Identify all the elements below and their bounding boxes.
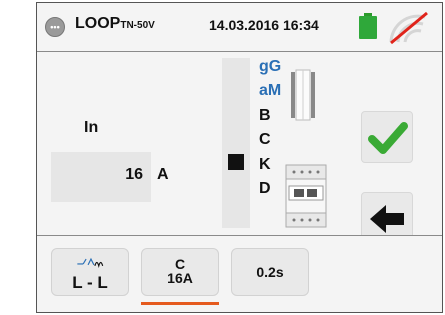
datetime: 14.03.2016 16:34 bbox=[209, 17, 319, 33]
parameter-value: 16 bbox=[125, 166, 143, 183]
curve-selector-track[interactable] bbox=[222, 58, 250, 228]
curve-option-b[interactable]: B bbox=[259, 107, 271, 125]
footer-bar: L - L C 16A 0.2s bbox=[37, 236, 442, 312]
fuse-icon bbox=[291, 69, 315, 121]
curve-option-k[interactable]: K bbox=[259, 156, 271, 174]
selected-tab-indicator bbox=[141, 302, 219, 305]
mode-name: LOOP bbox=[75, 15, 121, 32]
curve-option-c[interactable]: C bbox=[259, 131, 271, 149]
curve-option-gg[interactable]: gG bbox=[259, 58, 281, 76]
loop-type-label: L - L bbox=[72, 273, 108, 292]
circuit-breaker-icon bbox=[285, 164, 327, 228]
parameter-value-field[interactable]: 16 bbox=[51, 152, 151, 202]
checkmark-icon bbox=[368, 122, 408, 154]
confirm-button[interactable] bbox=[361, 111, 413, 163]
curve-option-am[interactable]: aM bbox=[259, 82, 281, 100]
header-bar: ••• LOOPTN-50V 14.03.2016 16:34 bbox=[37, 3, 442, 52]
instrument-screen: ••• LOOPTN-50V 14.03.2016 16:34 In 16 A … bbox=[36, 2, 443, 313]
protection-device-button[interactable]: C 16A bbox=[141, 248, 219, 296]
mode-title: LOOPTN-50V bbox=[75, 15, 155, 33]
line-line-loop-icon bbox=[77, 257, 104, 269]
protection-rating-label: 16A bbox=[167, 270, 193, 286]
curve-selector-thumb[interactable] bbox=[228, 154, 244, 170]
menu-dots-icon[interactable]: ••• bbox=[45, 17, 65, 37]
trip-time-label: 0.2s bbox=[256, 264, 284, 280]
mode-subtitle: TN-50V bbox=[120, 20, 155, 31]
battery-full-icon bbox=[359, 13, 377, 39]
protection-curve-label: C bbox=[174, 256, 186, 272]
parameter-label: In bbox=[84, 119, 99, 136]
parameter-unit: A bbox=[157, 166, 169, 183]
curve-option-d[interactable]: D bbox=[259, 180, 271, 198]
content-area: In 16 A gG aM B C K D bbox=[37, 52, 442, 244]
wireless-off-icon bbox=[389, 11, 428, 45]
loop-type-button[interactable]: L - L bbox=[51, 248, 129, 296]
trip-time-button[interactable]: 0.2s bbox=[231, 248, 309, 296]
